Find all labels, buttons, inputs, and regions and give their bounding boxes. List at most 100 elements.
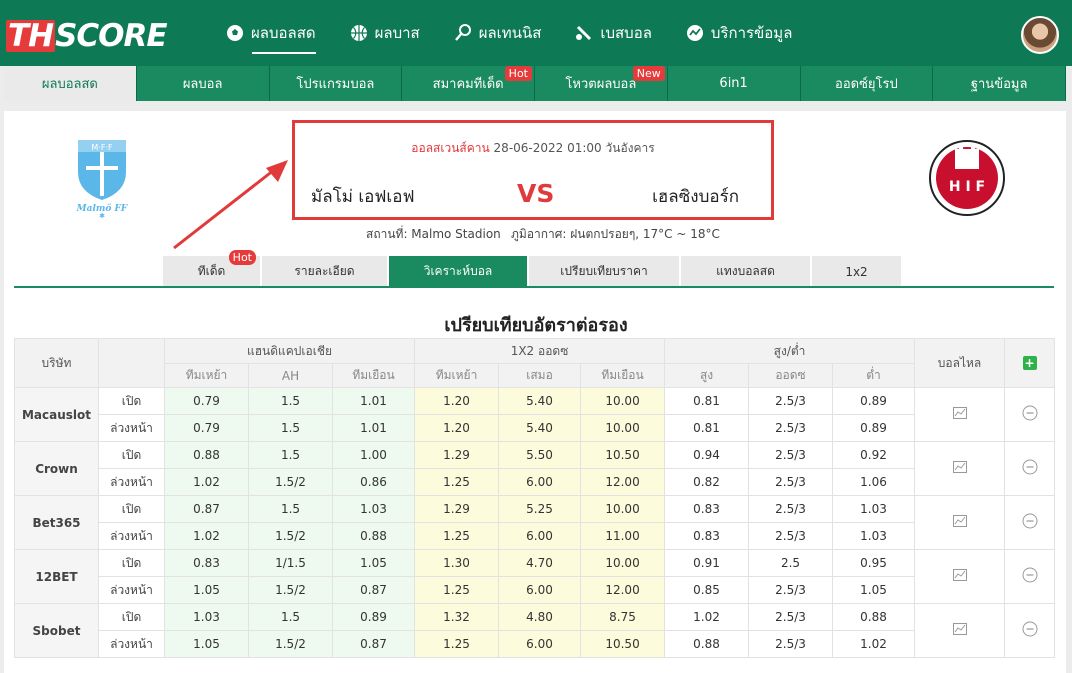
trend-cell [914,603,1006,658]
remove-cell [1004,603,1056,658]
trend-chart-icon[interactable] [952,623,967,638]
ou-odds-cell: 2.5/3 [748,603,834,631]
remove-icon[interactable] [1022,405,1038,424]
odds-kind: เปิด [98,549,165,577]
data-service-icon [686,24,704,42]
ah-odds-cell: 0.87 [164,495,249,523]
ou-odds-cell: 0.95 [832,549,916,577]
remove-icon[interactable] [1022,513,1038,532]
remove-cell [1004,387,1056,442]
odds-kind: ล่วงหน้า [98,414,165,442]
add-button[interactable]: + [1022,356,1037,370]
hot-badge: Hot [504,66,532,81]
subnav-euro-odds[interactable]: ออดซ์ยุโรป [800,66,934,101]
company-name[interactable]: Sbobet [14,603,99,658]
subnav-database[interactable]: ฐานข้อมูล [933,66,1066,101]
x12-odds-cell: 1.25 [414,630,500,658]
logo-th: TH [6,18,56,54]
sub-ah-line: AH [248,363,333,388]
nav-data-service[interactable]: บริการข้อมูล [686,18,792,48]
home-team-name[interactable]: มัลโม่ เอฟเอฟ [311,183,414,210]
ah-odds-cell: 0.89 [331,603,416,631]
table-row: Macauslot เปิด 0.79 1.5 1.01 1.20 5.40 10.00 0.8… [14,387,1056,442]
tab-details[interactable]: รายละเอียด [262,256,387,287]
subnav-tips[interactable]: สมาคมทีเด็ด Hot [402,66,535,101]
remove-icon[interactable] [1022,459,1038,478]
subnav-label: ผลบอล [182,77,223,92]
company-name[interactable]: Bet365 [14,495,99,550]
tab-label: รายละเอียด [294,264,355,278]
ah-odds-cell: 1.5 [248,603,333,631]
nav-baseball[interactable]: เบสบอล [575,18,652,48]
subnav-6in1[interactable]: 6in1 [667,66,801,101]
ou-odds-cell: 2.5/3 [748,495,834,523]
tab-label: 1x2 [845,264,868,279]
x12-odds-cell: 10.00 [580,549,666,577]
away-logo-text: H I F [949,179,985,195]
x12-odds-cell: 1.25 [414,522,500,550]
remove-cell [1004,495,1056,550]
trend-chart-icon[interactable] [952,461,967,476]
home-team-logo[interactable]: M·F·F Malmö FF ✱ [68,138,136,220]
tab-tips[interactable]: ทีเด็ด Hot [163,250,260,287]
x12-odds-cell: 8.75 [580,603,666,631]
company-name[interactable]: Macauslot [14,387,99,442]
tab-1x2[interactable]: 1x2 [812,256,901,287]
nav-live-football[interactable]: ผลบอลสด [226,18,316,54]
odds-table: บริษัท แฮนดิแคปเอเชีย 1X2 ออดซ สูง/ต่ำ บ… [14,338,1056,658]
ah-odds-cell: 1.5 [248,387,333,415]
tab-live-betting[interactable]: แทงบอลสด [681,256,810,287]
subnav-fixtures[interactable]: โปรแกรมบอล [269,66,403,101]
tab-compare-odds[interactable]: เปรียบเทียบราคา [529,256,679,287]
ah-odds-cell: 0.79 [164,387,249,415]
home-logo-text: M·F·F [91,143,113,152]
away-team-name[interactable]: เฮลซิงบอร์ก [652,183,739,210]
away-team-logo[interactable]: H I F [928,139,1006,217]
remove-cell [1004,549,1056,604]
x12-odds-cell: 1.25 [414,576,500,604]
nav-tennis[interactable]: ผลเทนนิส [454,18,541,48]
nav-label: ผลบาส [374,24,420,42]
trend-cell [914,549,1006,604]
trend-chart-icon[interactable] [952,569,967,584]
basketball-icon [350,24,368,42]
company-name[interactable]: Crown [14,441,99,496]
sub-ou-under: ต่ำ [832,363,916,388]
ou-odds-cell: 2.5 [748,549,834,577]
subnav-live-score[interactable]: ผลบอลสด [4,66,137,101]
sub-ou-over: สูง [664,363,750,388]
x12-odds-cell: 6.00 [498,522,582,550]
ou-odds-cell: 0.81 [664,414,750,442]
x12-odds-cell: 5.40 [498,387,582,415]
trend-chart-icon[interactable] [952,515,967,530]
subnav-label: ผลบอลสด [41,77,98,92]
svg-text:✱: ✱ [99,212,105,218]
remove-icon[interactable] [1022,567,1038,586]
ah-odds-cell: 0.88 [164,441,249,469]
nav-basketball[interactable]: ผลบาส [350,18,420,48]
league-name[interactable]: ออลสเวนส์คาน [411,141,489,155]
ah-odds-cell: 0.86 [331,468,416,496]
nav-label: บริการข้อมูล [710,24,793,42]
trend-chart-icon[interactable] [952,407,967,422]
ou-odds-cell: 2.5/3 [748,468,834,496]
remove-icon[interactable] [1022,621,1038,640]
subnav-results[interactable]: ผลบอล [136,66,270,101]
subnav-label: โหวตผลบอล [565,77,637,92]
subnav-vote[interactable]: โหวตผลบอล New [535,66,668,101]
ah-odds-cell: 0.83 [164,549,249,577]
x12-odds-cell: 5.40 [498,414,582,442]
site-logo[interactable]: TH SCORE [6,18,168,54]
ou-odds-cell: 0.88 [832,603,916,631]
ah-odds-cell: 1.5/2 [248,576,333,604]
sub-ah-home: ทีมเหย้า [164,363,249,388]
tab-analysis[interactable]: วิเคราะห์บอล [389,256,527,287]
col-blank [98,338,165,388]
ah-odds-cell: 1.5/2 [248,468,333,496]
football-icon [226,24,244,42]
logo-score: SCORE [55,18,167,54]
table-row: ล่วงหน้า 1.02 1.5/2 0.86 1.25 6.00 12.00 0.82 2.… [15,468,1055,496]
trend-cell [914,441,1006,496]
company-name[interactable]: 12BET [14,549,99,604]
avatar[interactable] [1021,16,1059,54]
